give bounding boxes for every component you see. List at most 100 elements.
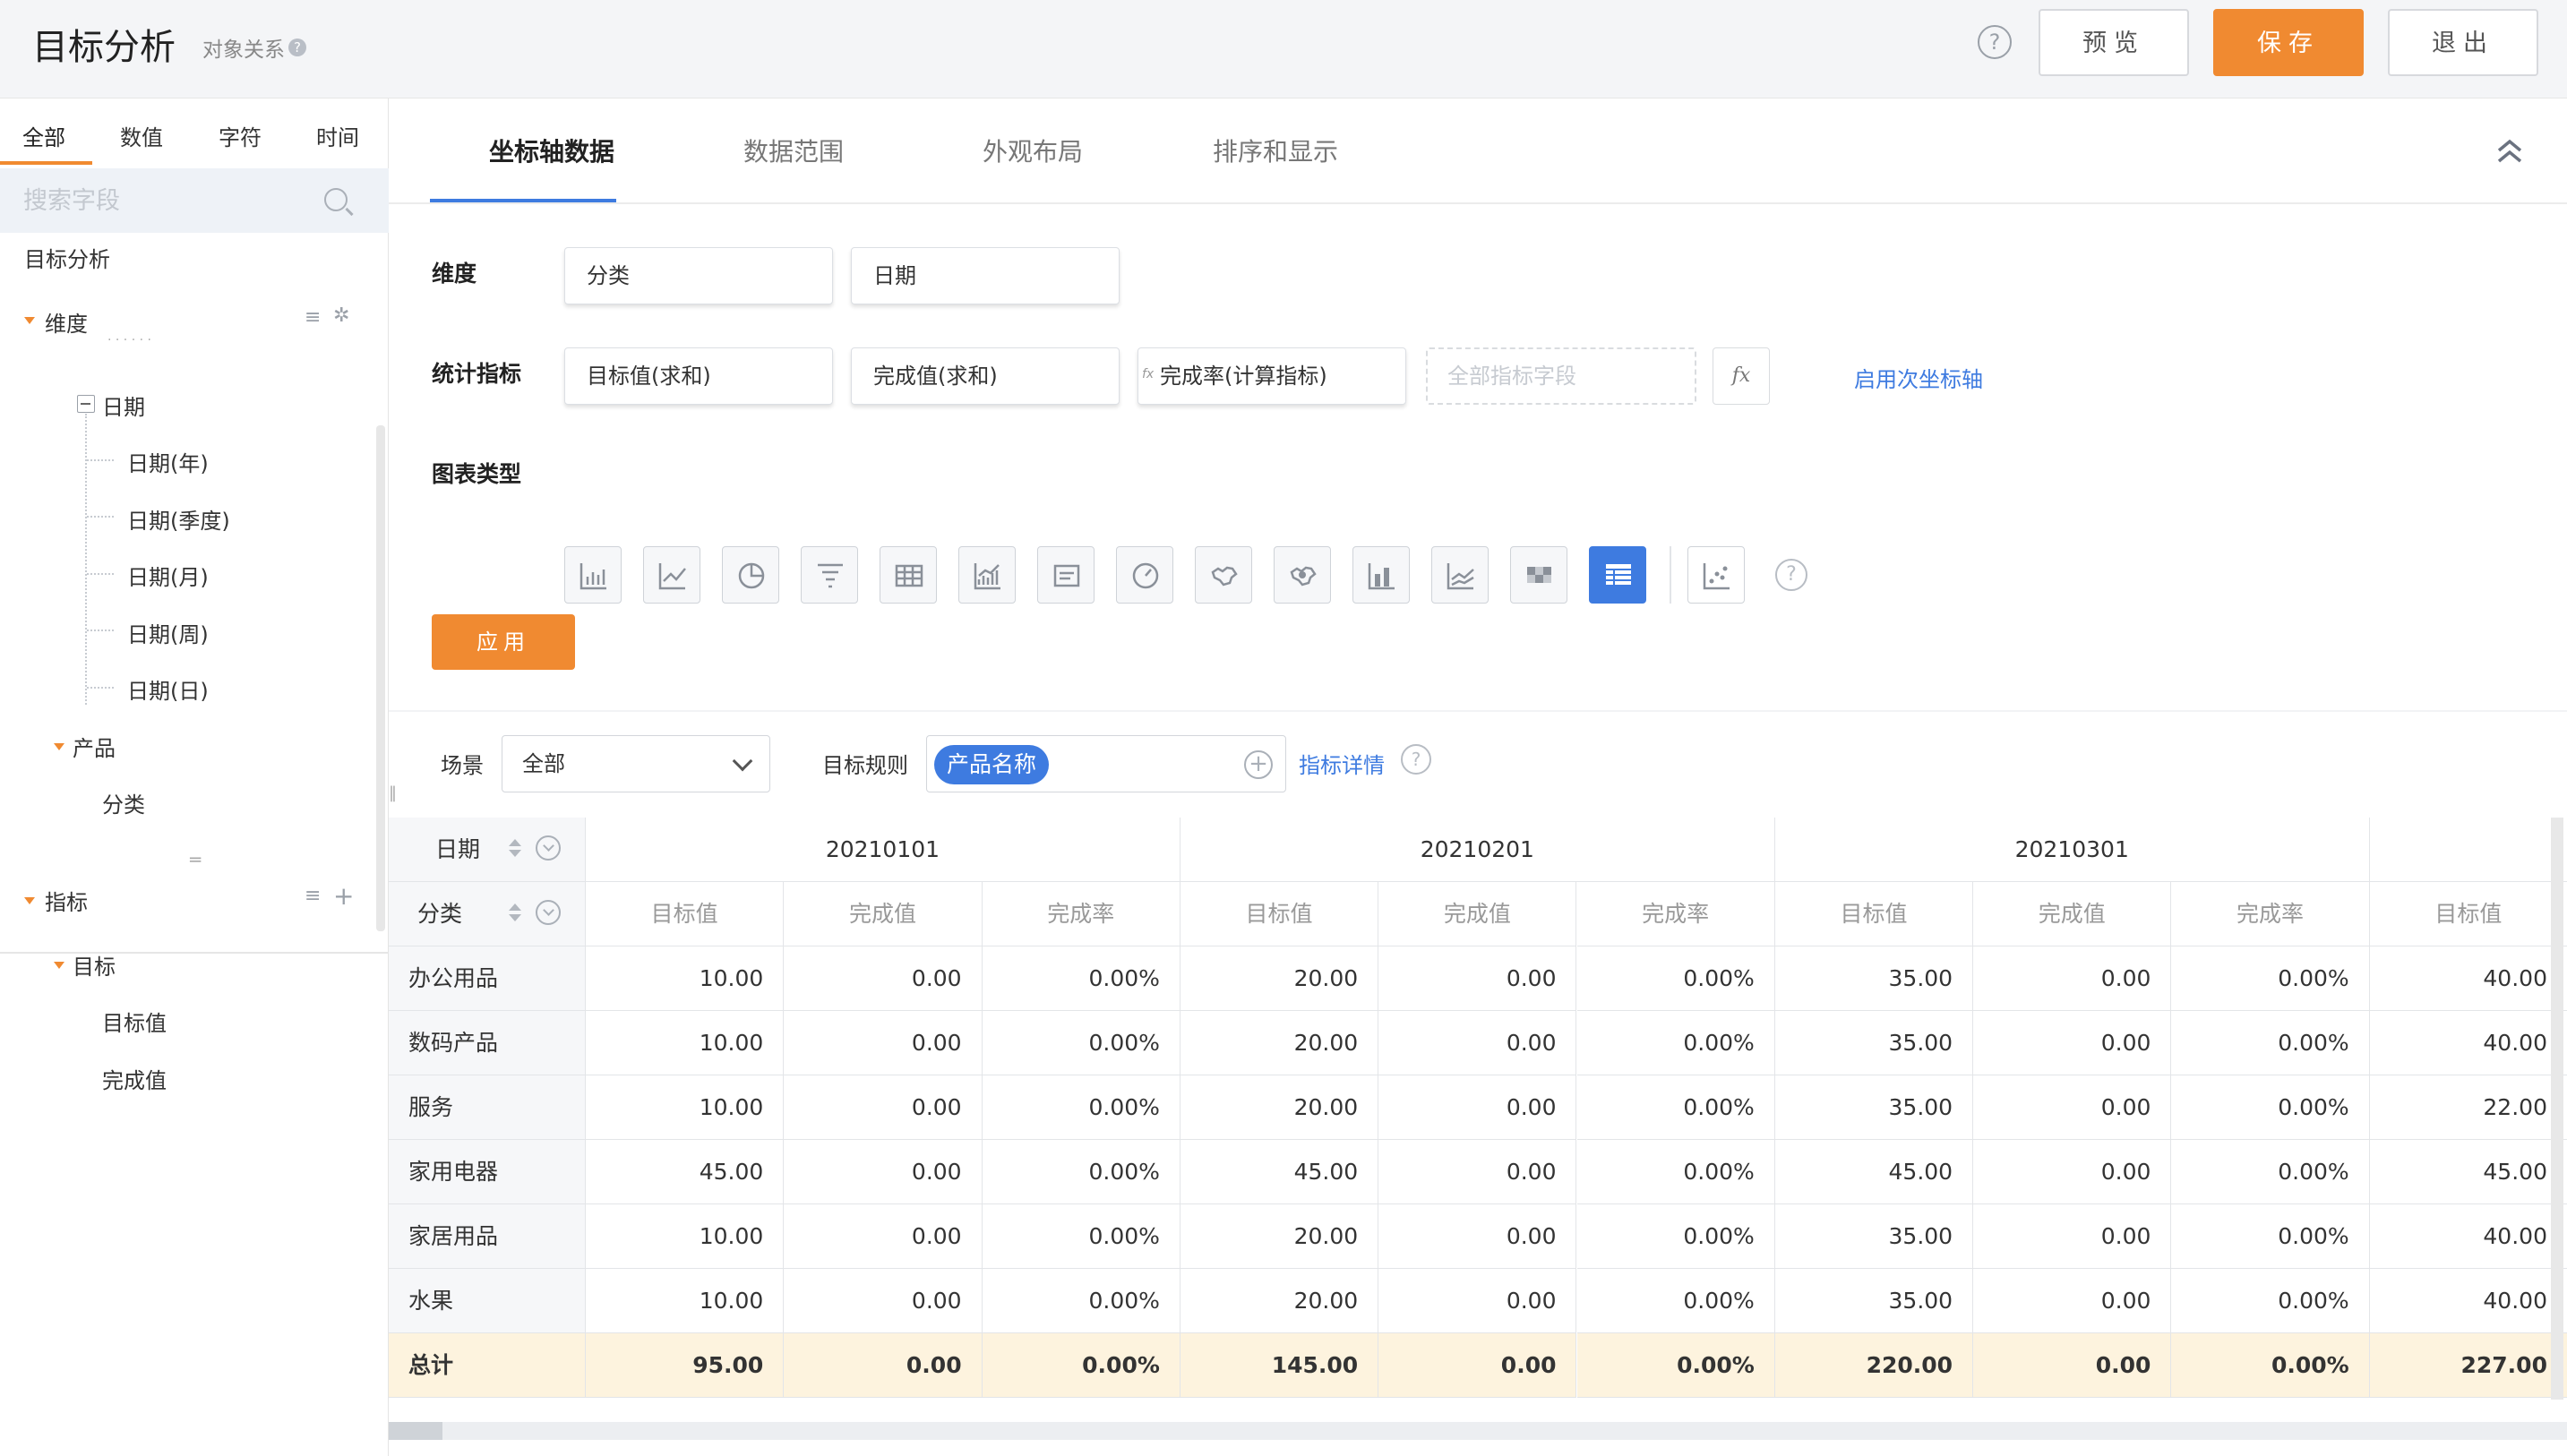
- date-column-header[interactable]: [2369, 818, 2567, 882]
- collapse-up-icon[interactable]: [2494, 134, 2526, 167]
- formula-button[interactable]: fx: [1713, 347, 1770, 405]
- target-rule-field[interactable]: 产品名称 +: [926, 735, 1286, 792]
- measure-column-header[interactable]: 目标值: [2369, 882, 2567, 946]
- sidebar-scrollbar[interactable]: [376, 425, 385, 931]
- funnel-chart-icon[interactable]: [801, 546, 858, 604]
- tree-group-metric[interactable]: 指标: [45, 885, 88, 916]
- apply-button[interactable]: 应用: [432, 614, 575, 670]
- sort-list-icon[interactable]: ≡: [305, 306, 321, 329]
- secondary-axis-link[interactable]: 启用次坐标轴: [1854, 362, 1983, 393]
- save-button[interactable]: 保存: [2213, 9, 2364, 76]
- tree-leaf-date-year[interactable]: 日期(年): [127, 446, 209, 477]
- tree-leaf-category[interactable]: 分类: [102, 787, 145, 818]
- tree-leaf-date-quarter[interactable]: 日期(季度): [127, 503, 230, 535]
- metric-chip-completion-rate[interactable]: fx 完成率(计算指标): [1138, 347, 1406, 405]
- tree-root[interactable]: 目标分析: [24, 242, 110, 273]
- metric-chip-completed-sum[interactable]: 完成值(求和): [851, 347, 1120, 405]
- help-icon[interactable]: ?: [288, 39, 306, 56]
- measure-column-header[interactable]: 完成率: [982, 882, 1180, 946]
- measure-column-header[interactable]: 完成值: [784, 882, 983, 946]
- multi-line-icon[interactable]: [1431, 546, 1489, 604]
- measure-column-header[interactable]: 完成值: [1973, 882, 2172, 946]
- measure-column-header[interactable]: 目标值: [1180, 882, 1379, 946]
- tree-node-date[interactable]: 日期: [102, 390, 145, 421]
- area-chart-icon[interactable]: [958, 546, 1016, 604]
- scatter-chart-icon[interactable]: [1687, 546, 1745, 604]
- tree-group-dimension[interactable]: 维度: [45, 306, 88, 338]
- measure-column-header[interactable]: 目标值: [586, 882, 785, 946]
- resize-grip-icon[interactable]: ═: [190, 849, 201, 870]
- search-input[interactable]: [21, 179, 308, 222]
- tab-numeric[interactable]: 数值: [120, 120, 163, 151]
- tab-string[interactable]: 字符: [219, 120, 262, 151]
- bubble-map-icon[interactable]: [1274, 546, 1331, 604]
- tree-leaf-date-week[interactable]: 日期(周): [127, 617, 209, 648]
- tree-leaf-date-day[interactable]: 日期(日): [127, 673, 209, 705]
- help-icon[interactable]: ?: [1775, 559, 1807, 591]
- caret-down-icon[interactable]: [24, 317, 35, 324]
- table-cell: 20.00: [1180, 1204, 1379, 1269]
- vertical-scrollbar[interactable]: [2551, 818, 2563, 1400]
- filter-dropdown-icon[interactable]: [536, 835, 561, 861]
- scrollbar-thumb[interactable]: [389, 1422, 442, 1440]
- measure-column-header[interactable]: 完成率: [1576, 882, 1775, 946]
- exit-button[interactable]: 退出: [2388, 9, 2538, 76]
- add-icon[interactable]: +: [333, 881, 354, 911]
- caret-down-icon[interactable]: [24, 897, 35, 904]
- add-rule-icon[interactable]: +: [1244, 750, 1273, 779]
- panel-resize-grip[interactable]: ‖: [389, 784, 398, 809]
- tab-appearance[interactable]: 外观布局: [983, 133, 1083, 168]
- dimension-chip-category[interactable]: 分类: [564, 247, 833, 304]
- tree-leaf-completed-value[interactable]: 完成值: [102, 1063, 167, 1094]
- date-column-header[interactable]: 20210101: [586, 818, 1180, 882]
- object-relation-link[interactable]: 对象关系 ?: [202, 32, 306, 63]
- table-cell: 0.00: [1378, 946, 1577, 1011]
- caret-down-icon[interactable]: [54, 962, 64, 969]
- measure-column-header[interactable]: 完成率: [2171, 882, 2370, 946]
- measure-column-header[interactable]: 目标值: [1774, 882, 1974, 946]
- rule-tag[interactable]: 产品名称: [934, 745, 1050, 784]
- scene-select[interactable]: 全部: [502, 735, 770, 792]
- metric-detail-link[interactable]: 指标详情: [1299, 748, 1385, 779]
- help-icon[interactable]: ?: [1401, 744, 1431, 775]
- sort-list-icon[interactable]: ≡: [305, 885, 321, 907]
- stacked-bar-icon[interactable]: [1352, 546, 1410, 604]
- category-axis-header[interactable]: 分类: [389, 882, 586, 946]
- measure-column-header[interactable]: 完成值: [1378, 882, 1577, 946]
- tab-data-range[interactable]: 数据范围: [743, 133, 844, 168]
- gauge-chart-icon[interactable]: [1116, 546, 1173, 604]
- heatmap-icon[interactable]: [1510, 546, 1567, 604]
- horizontal-scrollbar[interactable]: [389, 1422, 2567, 1440]
- tab-time[interactable]: 时间: [316, 120, 359, 151]
- tree-leaf-date-month[interactable]: 日期(月): [127, 560, 209, 591]
- bar-chart-icon[interactable]: [564, 546, 622, 604]
- metric-chip-target-sum[interactable]: 目标值(求和): [564, 347, 833, 405]
- table-chart-icon[interactable]: [880, 546, 937, 604]
- date-column-header[interactable]: 20210201: [1180, 818, 1775, 882]
- help-icon[interactable]: ?: [1978, 25, 2012, 59]
- gear-icon[interactable]: ✲: [333, 304, 349, 327]
- metric-drop-slot[interactable]: 全部指标字段: [1426, 347, 1696, 405]
- sort-icon[interactable]: [507, 902, 523, 923]
- filter-dropdown-icon[interactable]: [536, 900, 561, 925]
- tree-leaf-target-value[interactable]: 目标值: [102, 1006, 167, 1037]
- search-icon[interactable]: [324, 188, 348, 211]
- tree-node-product[interactable]: 产品: [73, 731, 116, 762]
- tab-all[interactable]: 全部: [22, 120, 65, 151]
- preview-button[interactable]: 预览: [2039, 9, 2189, 76]
- tree-node-target[interactable]: 目标: [73, 949, 116, 981]
- table-cell: 0.00: [784, 1011, 983, 1075]
- pivot-table-icon[interactable]: [1589, 546, 1646, 604]
- date-axis-header[interactable]: 日期: [389, 818, 586, 882]
- map-chart-icon[interactable]: [1195, 546, 1252, 604]
- dimension-chip-date[interactable]: 日期: [851, 247, 1120, 304]
- sort-icon[interactable]: [507, 837, 523, 859]
- pie-chart-icon[interactable]: [722, 546, 779, 604]
- caret-down-icon[interactable]: [54, 743, 64, 750]
- text-card-icon[interactable]: [1037, 546, 1095, 604]
- tab-sort-display[interactable]: 排序和显示: [1213, 133, 1338, 168]
- collapse-icon[interactable]: [77, 395, 95, 413]
- tab-axis-data[interactable]: 坐标轴数据: [489, 133, 614, 168]
- line-chart-icon[interactable]: [643, 546, 700, 604]
- date-column-header[interactable]: 20210301: [1774, 818, 2370, 882]
